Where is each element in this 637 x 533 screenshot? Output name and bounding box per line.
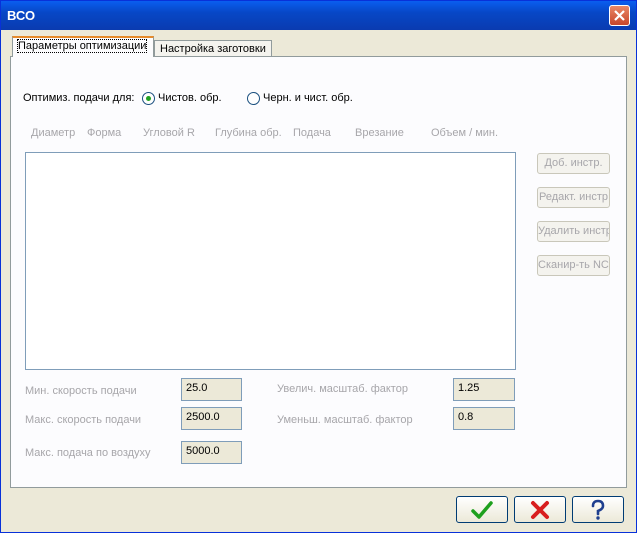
tab-stock-setup[interactable]: Настройка заготовки: [154, 40, 272, 57]
help-icon: [591, 499, 605, 520]
min-feed-field[interactable]: 25.0: [181, 378, 242, 401]
dec-scale-label: Уменьш. масштаб. фактор: [277, 414, 413, 426]
title-bar[interactable]: ВСО: [1, 1, 636, 30]
delete-tool-button[interactable]: Удалить инстр: [537, 221, 610, 242]
window-title: ВСО: [7, 8, 36, 23]
radio-rough-finish-label[interactable]: Черн. и чист. обр.: [263, 92, 353, 104]
radio-finish-label[interactable]: Чистов. обр.: [158, 92, 222, 104]
dec-scale-field[interactable]: 0.8: [453, 407, 515, 430]
tab-label: Параметры оптимизации: [16, 39, 148, 53]
scan-nci-button[interactable]: Сканир-ть NCI: [537, 255, 610, 276]
inc-scale-field[interactable]: 1.25: [453, 378, 515, 401]
col-header-diameter: Диаметр: [31, 127, 76, 139]
radio-rough-finish[interactable]: [247, 92, 260, 105]
max-air-feed-label: Макс. подача по воздуху: [25, 447, 151, 459]
col-header-volume-per-min: Объем / мин.: [431, 127, 499, 139]
max-air-feed-field[interactable]: 5000.0: [181, 441, 242, 464]
max-feed-field[interactable]: 2500.0: [181, 407, 242, 430]
checkmark-icon: [471, 500, 493, 519]
add-tool-button[interactable]: Доб. инстр.: [537, 153, 610, 174]
col-header-corner-r: Угловой R: [143, 127, 195, 139]
tool-list[interactable]: [25, 152, 516, 370]
col-header-plunge: Врезание: [355, 127, 404, 139]
radio-finish[interactable]: [142, 92, 155, 105]
cross-icon: [531, 500, 549, 519]
dialog-window: ВСО Параметры оптимизации Настройка заго…: [0, 0, 637, 533]
optimize-label: Оптимиз. подачи для:: [23, 92, 135, 104]
cancel-button[interactable]: [514, 496, 566, 523]
col-header-shape: Форма: [87, 127, 122, 139]
col-header-depth: Глубина обр.: [215, 127, 282, 139]
max-feed-label: Макс. скорость подачи: [25, 414, 142, 426]
col-header-feed: Подача: [293, 127, 331, 139]
help-button[interactable]: [572, 496, 624, 523]
ok-button[interactable]: [456, 496, 508, 523]
tab-label: Настройка заготовки: [160, 43, 266, 55]
edit-tool-button[interactable]: Редакт. инстр: [537, 187, 610, 208]
min-feed-label: Мин. скорость подачи: [25, 385, 137, 397]
tab-optimization-params[interactable]: Параметры оптимизации: [12, 36, 154, 57]
close-button[interactable]: [609, 5, 630, 26]
inc-scale-label: Увелич. масштаб. фактор: [277, 383, 408, 395]
close-icon: [614, 10, 625, 21]
